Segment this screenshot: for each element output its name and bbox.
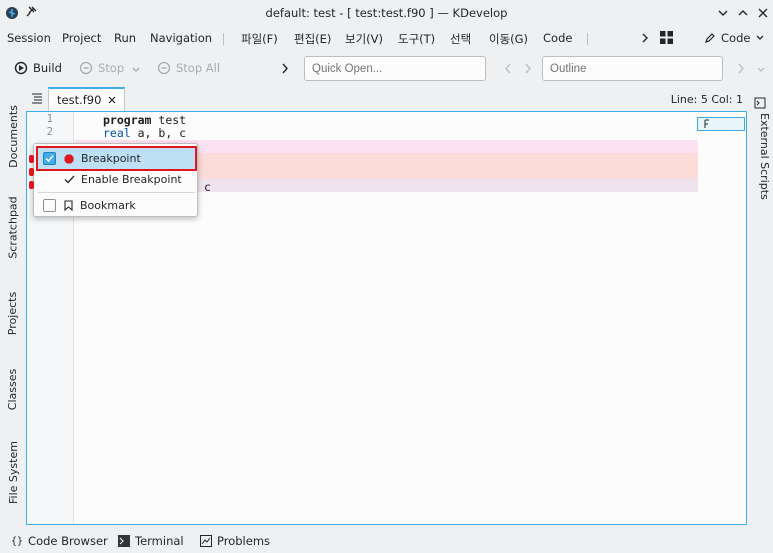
area-grid-icon[interactable] [660, 31, 673, 44]
cursor-position: Line: 5 Col: 1 [670, 93, 743, 106]
braces-icon: {} [11, 535, 24, 547]
tab-test-f90[interactable]: test.f90 [48, 87, 126, 111]
breakpoint-marker[interactable] [29, 168, 34, 176]
line-number: 1 [46, 113, 53, 125]
code-line: c [204, 180, 211, 194]
breakpoint-marker[interactable] [29, 181, 34, 189]
outline-input[interactable] [542, 56, 723, 81]
dock-tab-classes-label: Classes [6, 368, 20, 410]
code-keyword: program [103, 113, 152, 127]
dock-tab-external-scripts[interactable]: External Scripts [751, 113, 771, 200]
code-line: program test [103, 113, 186, 127]
close-icon[interactable] [108, 96, 116, 104]
menu-item-label: Bookmark [80, 199, 136, 212]
code-line: real a, b, c [103, 126, 186, 140]
code-browser-label: Code Browser [28, 534, 108, 548]
menu-overflow-chevron-icon[interactable] [640, 32, 650, 44]
stop-label: Stop [98, 61, 125, 75]
menu-divider [38, 192, 195, 193]
right-dock: External Scripts [749, 87, 773, 527]
code-text: test [151, 113, 187, 127]
breakpoint-marker[interactable] [29, 155, 34, 163]
dock-tab-scratchpad[interactable]: Scratchpad [0, 187, 26, 267]
toolbar-overflow-down-icon[interactable] [756, 65, 766, 75]
menu-navigation[interactable]: Navigation [150, 31, 212, 45]
checkmark-icon [64, 174, 75, 185]
window-title: default: test - [ test:test.f90 ] — KDev… [265, 6, 508, 20]
menu-file[interactable]: 파일(F) [241, 31, 278, 47]
menu-separator [587, 33, 588, 45]
bottom-tool-bar: {} Code Browser Terminal Problems [0, 530, 773, 553]
menu-item-label: Enable Breakpoint [81, 173, 182, 186]
bookmark-checkbox[interactable] [43, 199, 56, 212]
build-icon [14, 61, 28, 75]
problems-button[interactable]: Problems [200, 534, 270, 548]
tab-label: test.f90 [57, 93, 102, 107]
minimap-viewport[interactable] [697, 117, 745, 131]
breakpoint-icon [64, 154, 74, 164]
problems-label: Problems [217, 534, 271, 548]
gutter-context-menu: Breakpoint Enable Breakpoint Bookmark [33, 143, 198, 217]
menu-tools[interactable]: 도구(T) [398, 31, 435, 47]
dock-tab-projects-label: Projects [6, 291, 20, 335]
terminal-button[interactable]: Terminal [118, 534, 184, 548]
breakpoint-checkbox[interactable] [43, 152, 56, 165]
title-bar: default: test - [ test:test.f90 ] — KDev… [0, 0, 773, 26]
minimize-button[interactable] [714, 4, 732, 22]
code-area-button[interactable]: Code [704, 31, 765, 45]
chevron-down-icon [755, 33, 765, 43]
menu-session[interactable]: Session [7, 31, 51, 45]
stop-all-button[interactable]: Stop All [157, 61, 220, 75]
menu-item-enable-breakpoint[interactable]: Enable Breakpoint [38, 169, 195, 190]
terminal-icon [118, 535, 130, 547]
script-icon [754, 97, 766, 109]
maximize-button[interactable] [734, 4, 752, 22]
code-keyword: real [103, 126, 131, 140]
stop-dropdown-chevron-icon[interactable] [131, 65, 141, 75]
build-button[interactable]: Build [14, 61, 62, 75]
menu-bar: Session Project Run Navigation 파일(F) 편집(… [0, 26, 773, 50]
code-text: a, b, c [130, 126, 187, 140]
menu-project[interactable]: Project [62, 31, 101, 45]
menu-item-bookmark[interactable]: Bookmark [38, 195, 195, 216]
dock-tab-documents-label: Documents [6, 104, 20, 168]
main-toolbar: Build Stop Stop All [0, 52, 773, 86]
chevron-right-icon[interactable] [280, 62, 290, 75]
close-button[interactable] [754, 4, 772, 22]
stop-icon [79, 61, 93, 75]
menu-code[interactable]: Code [543, 31, 572, 45]
menu-selection[interactable]: 선택 [450, 31, 471, 47]
forward-arrow-icon[interactable] [523, 62, 533, 75]
dock-tab-file-system[interactable]: File System [0, 432, 26, 512]
left-dock: Documents Scratchpad Projects Classes Fi… [0, 87, 26, 527]
problems-icon [200, 535, 212, 547]
menu-edit[interactable]: 편집(E) [294, 31, 331, 47]
menu-go[interactable]: 이동(G) [489, 31, 528, 47]
quick-open-input[interactable] [304, 56, 486, 81]
menu-item-label: Breakpoint [81, 152, 141, 165]
menu-run[interactable]: Run [114, 31, 136, 45]
pencil-icon [704, 32, 716, 44]
terminal-label: Terminal [135, 534, 184, 548]
dock-tab-classes[interactable]: Classes [0, 359, 26, 419]
menu-separator [223, 33, 224, 45]
stop-all-label: Stop All [176, 61, 221, 75]
dock-tab-file-system-label: File System [6, 440, 20, 504]
menu-item-breakpoint[interactable]: Breakpoint [36, 146, 197, 171]
bookmark-icon [64, 200, 73, 211]
stop-all-icon [157, 61, 171, 75]
menu-view[interactable]: 보기(V) [345, 31, 383, 47]
dock-tab-projects[interactable]: Projects [0, 282, 26, 344]
build-label: Build [33, 61, 62, 75]
toolbar-overflow-chevron-icon[interactable] [736, 62, 746, 75]
dock-tab-documents[interactable]: Documents [0, 95, 26, 177]
back-arrow-icon[interactable] [503, 62, 513, 75]
code-area-label: Code [721, 31, 751, 45]
stop-button[interactable]: Stop [79, 61, 124, 75]
document-list-icon[interactable] [31, 92, 43, 104]
line-number: 2 [46, 126, 53, 138]
dock-tab-scratchpad-label: Scratchpad [6, 195, 20, 259]
code-browser-button[interactable]: {} Code Browser [11, 534, 108, 548]
editor-tab-bar: test.f90 Line: 5 Col: 1 [26, 87, 747, 111]
